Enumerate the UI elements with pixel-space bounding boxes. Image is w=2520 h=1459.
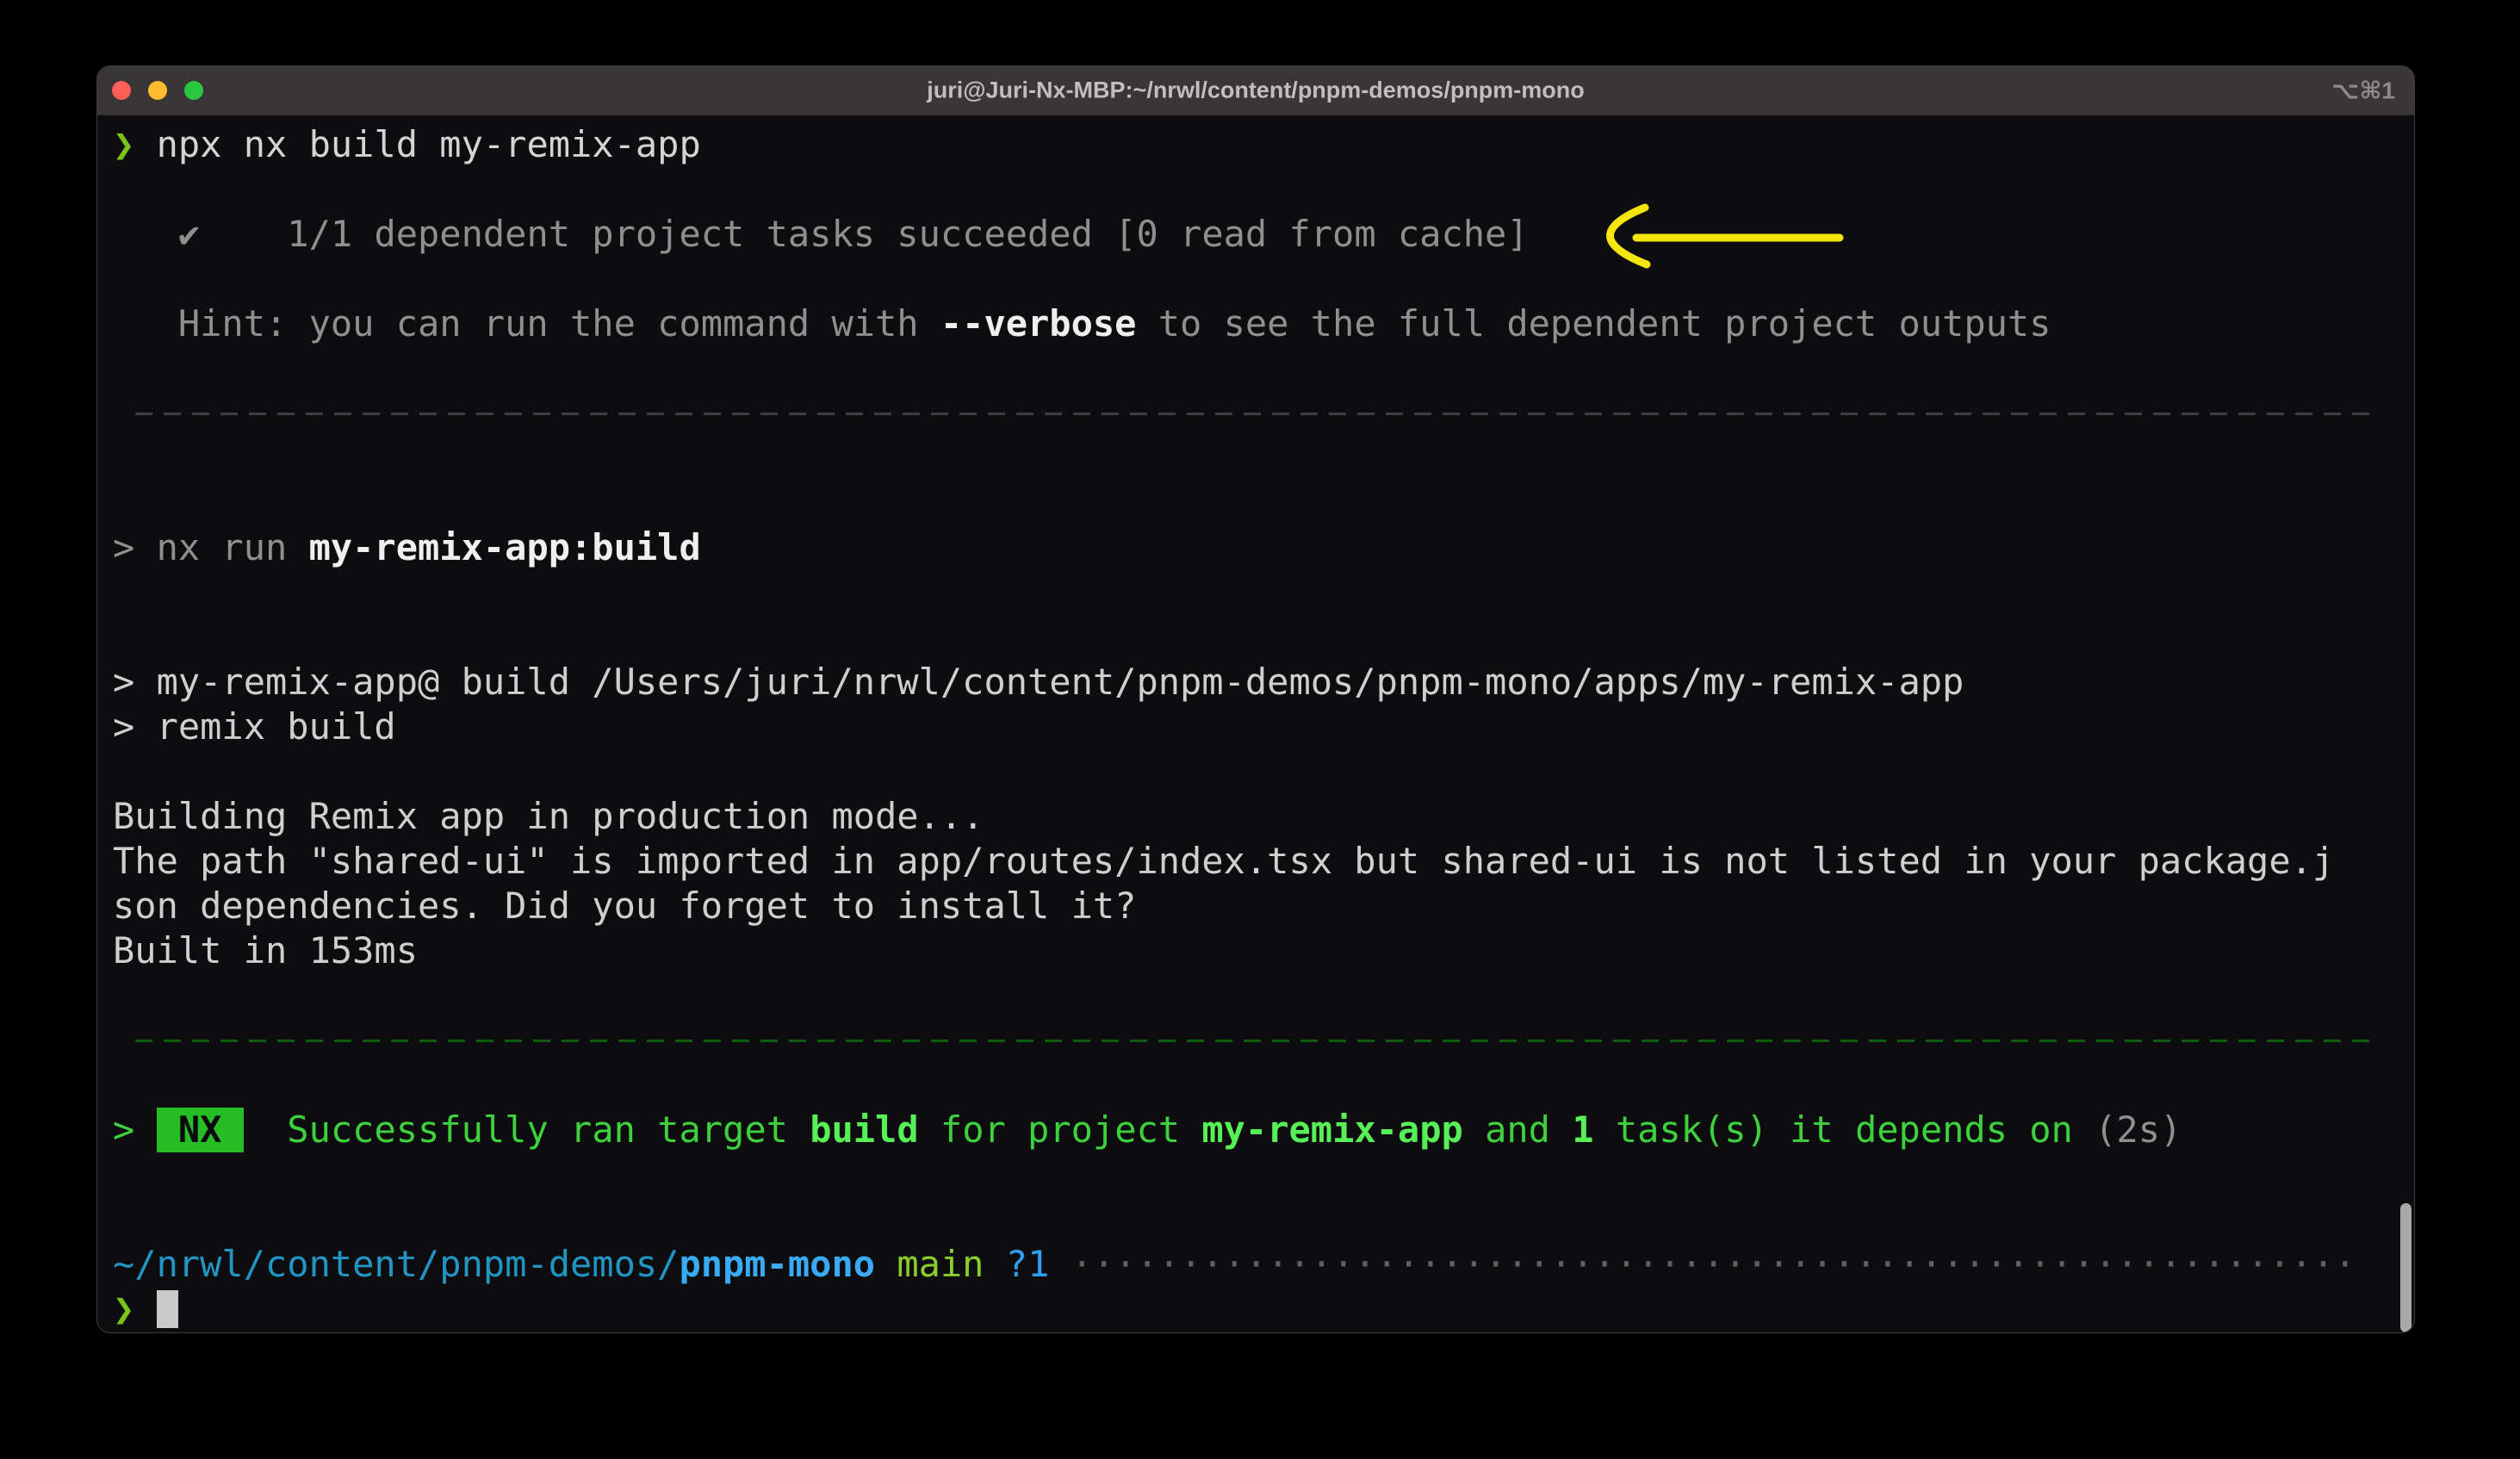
- separator-gray: [113, 391, 2414, 436]
- success-project: my-remix-app: [1201, 1108, 1462, 1151]
- terminal-line-building-2: The path "shared-ui" is imported in app/…: [113, 839, 2414, 884]
- nx-badge: NX: [157, 1108, 244, 1152]
- command-text: npx nx build my-remix-app: [157, 123, 701, 165]
- terminal-cursor: [157, 1290, 178, 1328]
- terminal-line-building-3: son dependencies. Did you forget to inst…: [113, 884, 2414, 928]
- task-success-text: 1/1 dependent project tasks succeeded [0…: [287, 213, 1528, 255]
- terminal-line-task-success: ✔ 1/1 dependent project tasks succeeded …: [113, 212, 2414, 257]
- separator-green: [113, 1018, 2414, 1063]
- terminal-line-prompt-input[interactable]: ❯: [113, 1287, 2414, 1332]
- scrollbar-thumb[interactable]: [2400, 1203, 2411, 1332]
- traffic-lights: [112, 81, 203, 100]
- terminal-window: juri@Juri-Nx-MBP:~/nrwl/content/pnpm-dem…: [96, 65, 2415, 1333]
- window-title: juri@Juri-Nx-MBP:~/nrwl/content/pnpm-dem…: [927, 78, 1585, 104]
- terminal-line-building-1: Building Remix app in production mode...: [113, 794, 2414, 839]
- success-duration: (2s): [2095, 1108, 2182, 1151]
- terminal-line-built-time: Built in 153ms: [113, 928, 2414, 973]
- terminal-line-package-script: > my-remix-app@ build /Users/juri/nrwl/c…: [113, 660, 2414, 705]
- nx-success-arrow: >: [113, 1108, 157, 1151]
- prompt-filler-dots: ········································…: [1071, 1243, 2356, 1285]
- close-button[interactable]: [112, 81, 131, 100]
- success-task-count: 1: [1572, 1108, 1593, 1151]
- terminal-line-command: ❯ npx nx build my-remix-app: [113, 122, 2414, 167]
- window-shortcut: ⌥⌘1: [2331, 77, 2395, 105]
- minimize-button[interactable]: [148, 81, 167, 100]
- desktop-background: juri@Juri-Nx-MBP:~/nrwl/content/pnpm-dem…: [0, 0, 2520, 1459]
- prompt-chevron-icon: ❯: [113, 123, 157, 165]
- maximize-button[interactable]: [184, 81, 203, 100]
- terminal-line-prompt-path: ~/nrwl/content/pnpm-demos/pnpm-mono main…: [113, 1242, 2414, 1287]
- terminal-line-remix-build: > remix build: [113, 705, 2414, 749]
- terminal-content[interactable]: ❯ npx nx build my-remix-app ✔ 1/1 depend…: [97, 115, 2414, 1332]
- terminal-line-nx-success: > NX Successfully ran target build for p…: [113, 1108, 2414, 1152]
- check-icon: ✔: [113, 213, 287, 255]
- verbose-flag: --verbose: [940, 302, 1137, 345]
- git-branch: main: [897, 1243, 984, 1285]
- prompt-cwd: ~/nrwl/content/pnpm-demos/: [113, 1243, 679, 1285]
- success-target: build: [810, 1108, 918, 1151]
- terminal-line-nx-run: > nx run my-remix-app:build: [113, 525, 2414, 570]
- prompt-repo: pnpm-mono: [679, 1243, 875, 1285]
- prompt-chevron-icon: ❯: [113, 1288, 157, 1330]
- nx-run-target: my-remix-app:build: [309, 526, 701, 568]
- terminal-line-hint: Hint: you can run the command with --ver…: [113, 301, 2414, 346]
- titlebar[interactable]: juri@Juri-Nx-MBP:~/nrwl/content/pnpm-dem…: [97, 66, 2414, 115]
- git-status: ?1: [1006, 1243, 1050, 1285]
